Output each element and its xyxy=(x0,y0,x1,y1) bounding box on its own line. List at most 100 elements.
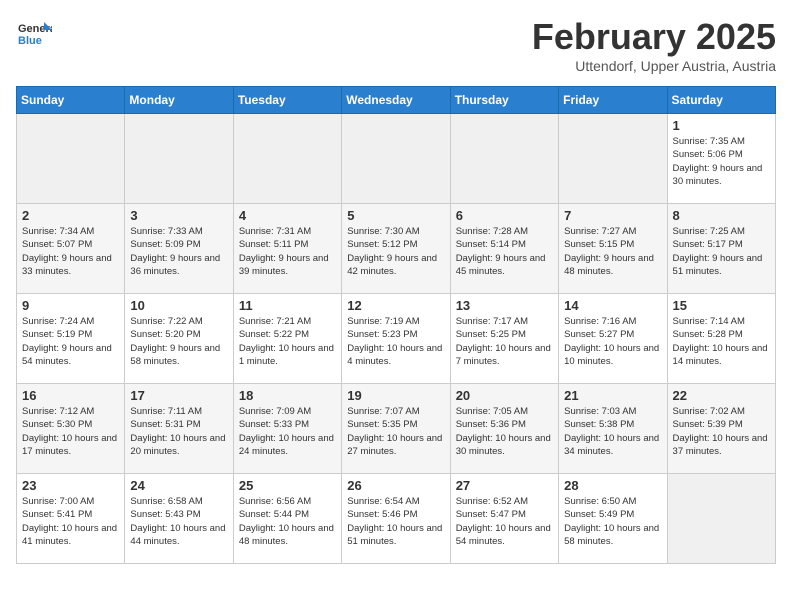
calendar-cell: 22 Sunrise: 7:02 AM Sunset: 5:39 PM Dayli… xyxy=(667,384,775,474)
calendar-cell: 27Sunrise: 6:52 AM Sunset: 5:47 PM Dayli… xyxy=(450,474,558,564)
day-info: Sunrise: 7:22 AM Sunset: 5:20 PM Dayligh… xyxy=(130,315,227,368)
day-number: 24 xyxy=(130,478,227,493)
day-number: 4 xyxy=(239,208,336,223)
calendar-cell: 13 Sunrise: 7:17 AM Sunset: 5:25 PM Dayli… xyxy=(450,294,558,384)
calendar-cell: 28Sunrise: 6:50 AM Sunset: 5:49 PM Dayli… xyxy=(559,474,667,564)
day-info: Sunrise: 7:30 AM Sunset: 5:12 PM Dayligh… xyxy=(347,225,444,278)
calendar-cell xyxy=(667,474,775,564)
day-info: Sunrise: 7:24 AM Sunset: 5:19 PM Dayligh… xyxy=(22,315,119,368)
calendar-cell: 11 Sunrise: 7:21 AM Sunset: 5:22 PM Dayli… xyxy=(233,294,341,384)
day-info: Sunrise: 7:21 AM Sunset: 5:22 PM Dayligh… xyxy=(239,315,336,368)
day-number: 2 xyxy=(22,208,119,223)
day-number: 19 xyxy=(347,388,444,403)
day-number: 13 xyxy=(456,298,553,313)
calendar-cell: 12Sunrise: 7:19 AM Sunset: 5:23 PM Dayli… xyxy=(342,294,450,384)
calendar-cell: 2 Sunrise: 7:34 AM Sunset: 5:07 PM Daylig… xyxy=(17,204,125,294)
calendar-cell: 20 Sunrise: 7:05 AM Sunset: 5:36 PM Dayli… xyxy=(450,384,558,474)
calendar-week-row: 2 Sunrise: 7:34 AM Sunset: 5:07 PM Daylig… xyxy=(17,204,776,294)
day-info: Sunrise: 6:54 AM Sunset: 5:46 PM Dayligh… xyxy=(347,495,444,548)
day-number: 10 xyxy=(130,298,227,313)
calendar-cell xyxy=(559,114,667,204)
calendar-cell: 23Sunrise: 7:00 AM Sunset: 5:41 PM Dayli… xyxy=(17,474,125,564)
day-info: Sunrise: 7:33 AM Sunset: 5:09 PM Dayligh… xyxy=(130,225,227,278)
day-number: 12 xyxy=(347,298,444,313)
calendar-cell: 7Sunrise: 7:27 AM Sunset: 5:15 PM Daylig… xyxy=(559,204,667,294)
calendar-week-row: 23Sunrise: 7:00 AM Sunset: 5:41 PM Dayli… xyxy=(17,474,776,564)
day-number: 26 xyxy=(347,478,444,493)
day-number: 21 xyxy=(564,388,661,403)
day-info: Sunrise: 7:05 AM Sunset: 5:36 PM Dayligh… xyxy=(456,405,553,458)
calendar-cell xyxy=(233,114,341,204)
day-info: Sunrise: 7:35 AM Sunset: 5:06 PM Dayligh… xyxy=(673,135,770,188)
day-info: Sunrise: 7:16 AM Sunset: 5:27 PM Dayligh… xyxy=(564,315,661,368)
day-info: Sunrise: 7:17 AM Sunset: 5:25 PM Dayligh… xyxy=(456,315,553,368)
calendar-week-row: 1 Sunrise: 7:35 AM Sunset: 5:06 PM Daylig… xyxy=(17,114,776,204)
day-number: 11 xyxy=(239,298,336,313)
day-info: Sunrise: 7:09 AM Sunset: 5:33 PM Dayligh… xyxy=(239,405,336,458)
calendar-cell xyxy=(125,114,233,204)
day-number: 27 xyxy=(456,478,553,493)
calendar-cell: 21 Sunrise: 7:03 AM Sunset: 5:38 PM Dayli… xyxy=(559,384,667,474)
day-info: Sunrise: 7:00 AM Sunset: 5:41 PM Dayligh… xyxy=(22,495,119,548)
calendar-week-row: 16 Sunrise: 7:12 AM Sunset: 5:30 PM Dayli… xyxy=(17,384,776,474)
day-number: 15 xyxy=(673,298,770,313)
calendar-cell: 18 Sunrise: 7:09 AM Sunset: 5:33 PM Dayli… xyxy=(233,384,341,474)
day-info: Sunrise: 7:11 AM Sunset: 5:31 PM Dayligh… xyxy=(130,405,227,458)
day-number: 16 xyxy=(22,388,119,403)
page-header: General Blue February 2025 Uttendorf, Up… xyxy=(16,16,776,74)
calendar-cell: 4 Sunrise: 7:31 AM Sunset: 5:11 PM Daylig… xyxy=(233,204,341,294)
location-title: Uttendorf, Upper Austria, Austria xyxy=(532,58,776,74)
day-number: 18 xyxy=(239,388,336,403)
weekday-header-thursday: Thursday xyxy=(450,87,558,114)
calendar-cell: 3 Sunrise: 7:33 AM Sunset: 5:09 PM Daylig… xyxy=(125,204,233,294)
weekday-header-tuesday: Tuesday xyxy=(233,87,341,114)
day-number: 1 xyxy=(673,118,770,133)
weekday-header-sunday: Sunday xyxy=(17,87,125,114)
day-info: Sunrise: 7:27 AM Sunset: 5:15 PM Dayligh… xyxy=(564,225,661,278)
day-number: 6 xyxy=(456,208,553,223)
day-number: 20 xyxy=(456,388,553,403)
calendar-table: SundayMondayTuesdayWednesdayThursdayFrid… xyxy=(16,86,776,564)
calendar-cell xyxy=(450,114,558,204)
day-info: Sunrise: 7:02 AM Sunset: 5:39 PM Dayligh… xyxy=(673,405,770,458)
day-number: 5 xyxy=(347,208,444,223)
calendar-cell: 19Sunrise: 7:07 AM Sunset: 5:35 PM Dayli… xyxy=(342,384,450,474)
calendar-cell: 8Sunrise: 7:25 AM Sunset: 5:17 PM Daylig… xyxy=(667,204,775,294)
day-number: 28 xyxy=(564,478,661,493)
day-info: Sunrise: 7:12 AM Sunset: 5:30 PM Dayligh… xyxy=(22,405,119,458)
calendar-cell: 25Sunrise: 6:56 AM Sunset: 5:44 PM Dayli… xyxy=(233,474,341,564)
calendar-cell: 16 Sunrise: 7:12 AM Sunset: 5:30 PM Dayli… xyxy=(17,384,125,474)
day-info: Sunrise: 7:03 AM Sunset: 5:38 PM Dayligh… xyxy=(564,405,661,458)
calendar-cell: 10 Sunrise: 7:22 AM Sunset: 5:20 PM Dayli… xyxy=(125,294,233,384)
day-info: Sunrise: 7:31 AM Sunset: 5:11 PM Dayligh… xyxy=(239,225,336,278)
weekday-header-monday: Monday xyxy=(125,87,233,114)
calendar-cell: 14 Sunrise: 7:16 AM Sunset: 5:27 PM Dayli… xyxy=(559,294,667,384)
weekday-header-saturday: Saturday xyxy=(667,87,775,114)
title-block: February 2025 Uttendorf, Upper Austria, … xyxy=(532,16,776,74)
day-number: 14 xyxy=(564,298,661,313)
calendar-cell: 17Sunrise: 7:11 AM Sunset: 5:31 PM Dayli… xyxy=(125,384,233,474)
calendar-cell xyxy=(17,114,125,204)
calendar-week-row: 9 Sunrise: 7:24 AM Sunset: 5:19 PM Daylig… xyxy=(17,294,776,384)
calendar-cell: 26 Sunrise: 6:54 AM Sunset: 5:46 PM Dayli… xyxy=(342,474,450,564)
calendar-cell xyxy=(342,114,450,204)
day-info: Sunrise: 7:14 AM Sunset: 5:28 PM Dayligh… xyxy=(673,315,770,368)
day-info: Sunrise: 7:28 AM Sunset: 5:14 PM Dayligh… xyxy=(456,225,553,278)
logo-icon: General Blue xyxy=(16,16,52,52)
svg-text:Blue: Blue xyxy=(18,35,42,47)
weekday-header-friday: Friday xyxy=(559,87,667,114)
calendar-cell: 15 Sunrise: 7:14 AM Sunset: 5:28 PM Dayli… xyxy=(667,294,775,384)
calendar-cell: 6 Sunrise: 7:28 AM Sunset: 5:14 PM Daylig… xyxy=(450,204,558,294)
day-info: Sunrise: 6:58 AM Sunset: 5:43 PM Dayligh… xyxy=(130,495,227,548)
calendar-cell: 24 Sunrise: 6:58 AM Sunset: 5:43 PM Dayli… xyxy=(125,474,233,564)
day-info: Sunrise: 7:34 AM Sunset: 5:07 PM Dayligh… xyxy=(22,225,119,278)
day-number: 22 xyxy=(673,388,770,403)
day-number: 25 xyxy=(239,478,336,493)
logo: General Blue xyxy=(16,16,52,52)
month-title: February 2025 xyxy=(532,16,776,58)
calendar-cell: 5 Sunrise: 7:30 AM Sunset: 5:12 PM Daylig… xyxy=(342,204,450,294)
calendar-cell: 1 Sunrise: 7:35 AM Sunset: 5:06 PM Daylig… xyxy=(667,114,775,204)
day-number: 9 xyxy=(22,298,119,313)
day-number: 8 xyxy=(673,208,770,223)
day-number: 3 xyxy=(130,208,227,223)
